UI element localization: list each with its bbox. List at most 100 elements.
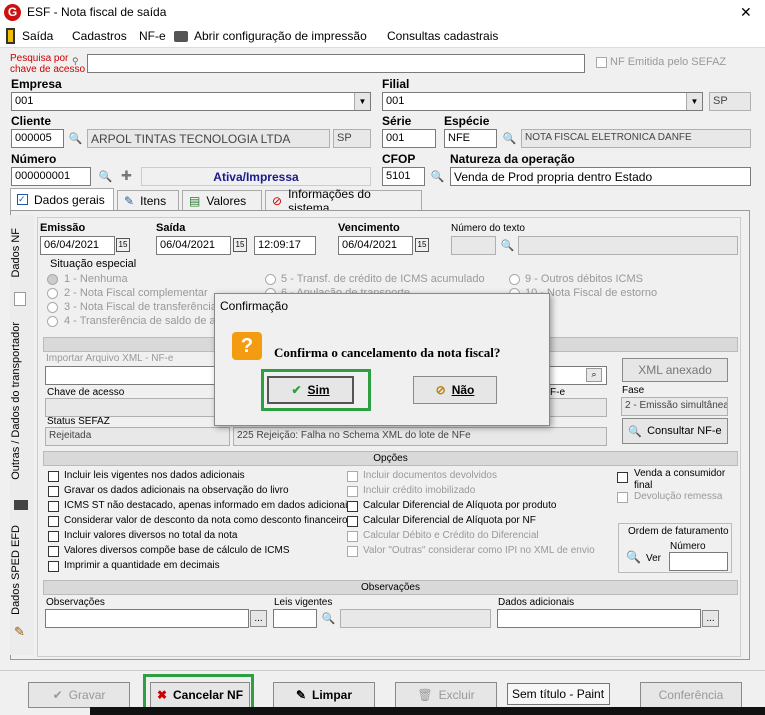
binoculars-icon[interactable]: 🔍 — [498, 236, 517, 255]
ordem-ver-label[interactable]: Ver — [646, 553, 661, 564]
opcao-checkbox-4[interactable] — [48, 516, 59, 527]
observacoes-more-button[interactable]: ... — [250, 610, 267, 627]
saida-input[interactable]: 06/04/2021 — [156, 236, 231, 255]
chave-acesso-search-input[interactable] — [87, 54, 585, 73]
opcao-checkbox-5[interactable] — [48, 531, 59, 542]
vencimento-input[interactable]: 06/04/2021 — [338, 236, 413, 255]
observacoes-label: Observações — [46, 597, 105, 608]
empresa-select[interactable]: 001 — [11, 92, 371, 111]
tab-dados-gerais[interactable]: ✓ Dados gerais — [10, 188, 114, 210]
vtab-sped[interactable]: Dados SPED EFD — [10, 525, 22, 615]
binoculars-icon[interactable]: 🔍 — [319, 609, 338, 628]
numero-texto-label: Número do texto — [451, 223, 525, 234]
devolucao-checkbox[interactable] — [617, 492, 628, 503]
natureza-input[interactable]: Venda de Prod propria dentro Estado — [450, 167, 751, 186]
situacao-option-1: 1 - Nenhuma — [64, 273, 128, 285]
vtab-dados-nf[interactable]: Dados NF — [10, 228, 22, 278]
gravar-button[interactable]: ✔ Gravar — [28, 682, 130, 708]
opcao-checkbox-3[interactable] — [48, 501, 59, 512]
numero-input[interactable]: 000000001 — [11, 167, 91, 186]
especie-input[interactable]: NFE — [444, 129, 497, 148]
magnifier-icon: 🔍 — [628, 425, 643, 438]
empresa-label: Empresa — [11, 77, 62, 91]
menu-nfe[interactable]: NF-e — [139, 29, 166, 43]
dados-adicionais-more-button[interactable]: ... — [702, 610, 719, 627]
opcao2-label-6: Valor "Outras" considerar como IPI no XM… — [363, 545, 595, 556]
numero-texto-input[interactable] — [451, 236, 496, 255]
dialog-nao-label: Não — [451, 383, 475, 397]
plus-icon[interactable]: ✚ — [121, 168, 132, 184]
opcao2-checkbox-6[interactable] — [347, 546, 358, 557]
status-sefaz-field: Rejeitada — [45, 427, 230, 446]
menu-saida[interactable]: Saída — [22, 29, 53, 43]
situacao-title: Situação especial — [50, 258, 137, 270]
opcao2-label-1: Incluir documentos devolvidos — [363, 470, 497, 481]
chevron-down-icon[interactable]: ▼ — [686, 93, 702, 110]
printer-icon — [174, 31, 188, 42]
close-icon[interactable]: ✕ — [740, 4, 752, 21]
opcao-checkbox-6[interactable] — [48, 546, 59, 557]
limpar-button[interactable]: ✎ Limpar — [273, 682, 375, 708]
vtab-outras[interactable]: Outras / Dados do transportador — [10, 322, 22, 480]
conferencia-label: Conferência — [658, 688, 724, 702]
tab-valores[interactable]: ▤ Valores — [182, 190, 262, 210]
opcao-checkbox-7[interactable] — [48, 561, 59, 572]
consultar-nfe-button[interactable]: 🔍 Consultar NF-e — [622, 418, 728, 444]
menu-cadastros[interactable]: Cadastros — [72, 29, 127, 43]
opcao2-checkbox-5[interactable] — [347, 531, 358, 542]
ordem-numero-input[interactable] — [669, 552, 728, 571]
binoculars-icon[interactable]: 🔍 — [66, 129, 85, 148]
situacao-radio-3[interactable] — [47, 302, 58, 313]
nfe-suffix-label: F-e — [550, 387, 565, 398]
tab-itens[interactable]: ✎ Itens — [117, 190, 179, 210]
calendar-icon[interactable]: 15 — [233, 238, 247, 252]
dados-adicionais-input[interactable] — [497, 609, 701, 628]
nf-emitida-checkbox[interactable] — [596, 57, 607, 68]
serie-input[interactable]: 001 — [382, 129, 436, 148]
devolucao-label: Devolução remessa — [634, 491, 723, 502]
conferencia-button[interactable]: Conferência — [640, 682, 742, 708]
numero-label: Número — [11, 152, 57, 166]
emissao-input[interactable]: 06/04/2021 — [40, 236, 115, 255]
cliente-code-input[interactable]: 000005 — [11, 129, 64, 148]
situacao-radio-4[interactable] — [47, 316, 58, 327]
cliente-label: Cliente — [11, 114, 52, 128]
excluir-button[interactable]: 🗑 Excluir — [395, 682, 497, 708]
saida-time-input[interactable]: 12:09:17 — [254, 236, 316, 255]
menu-config-impressao[interactable]: Abrir configuração de impressão — [194, 29, 367, 43]
chevron-down-icon[interactable]: ▼ — [354, 93, 370, 110]
calendar-icon[interactable]: 15 — [116, 238, 130, 252]
venda-consumidor-checkbox[interactable] — [617, 472, 628, 483]
opcao-checkbox-1[interactable] — [48, 471, 59, 482]
opcao2-checkbox-2[interactable] — [347, 486, 358, 497]
binoculars-icon[interactable]: 🔍 — [96, 167, 115, 186]
rejeicao-field: 225 Rejeição: Falha no Schema XML do lot… — [233, 427, 607, 446]
menu-consultas[interactable]: Consultas cadastrais — [387, 29, 498, 43]
leis-vigentes-input[interactable] — [273, 609, 317, 628]
binoculars-icon[interactable]: 🔍 — [428, 167, 447, 186]
situacao-radio-1[interactable] — [47, 274, 58, 285]
window-title: ESF - Nota fiscal de saída — [27, 5, 167, 19]
document-icon: ✎ — [124, 193, 135, 208]
dados-adicionais-label: Dados adicionais — [498, 597, 575, 608]
observacoes-input[interactable] — [45, 609, 249, 628]
folder-icon[interactable]: ⌕ — [586, 368, 602, 382]
opcao2-checkbox-3[interactable] — [347, 501, 358, 512]
situacao-radio-5[interactable] — [265, 274, 276, 285]
check-icon: ✓ — [17, 194, 28, 205]
tab-info-sistema[interactable]: ⊘ Informações do sistema — [265, 187, 422, 215]
filial-select[interactable]: 001 — [382, 92, 703, 111]
xml-anexado-button[interactable]: XML anexado — [622, 358, 728, 382]
situacao-radio-2[interactable] — [47, 288, 58, 299]
empresa-value: 001 — [15, 95, 34, 107]
situacao-radio-9[interactable] — [509, 274, 520, 285]
dialog-nao-button[interactable]: ⊘ Não — [413, 376, 497, 404]
cfop-input[interactable]: 5101 — [382, 167, 425, 186]
calendar-icon[interactable]: 15 — [415, 238, 429, 252]
opcao2-checkbox-4[interactable] — [347, 516, 358, 527]
magnifier-icon[interactable]: 🔍 — [626, 550, 641, 564]
situacao-option-2: 2 - Nota Fiscal complementar — [64, 287, 208, 299]
binoculars-icon[interactable]: 🔍 — [500, 129, 519, 148]
opcao2-checkbox-1[interactable] — [347, 471, 358, 482]
opcao-checkbox-2[interactable] — [48, 486, 59, 497]
